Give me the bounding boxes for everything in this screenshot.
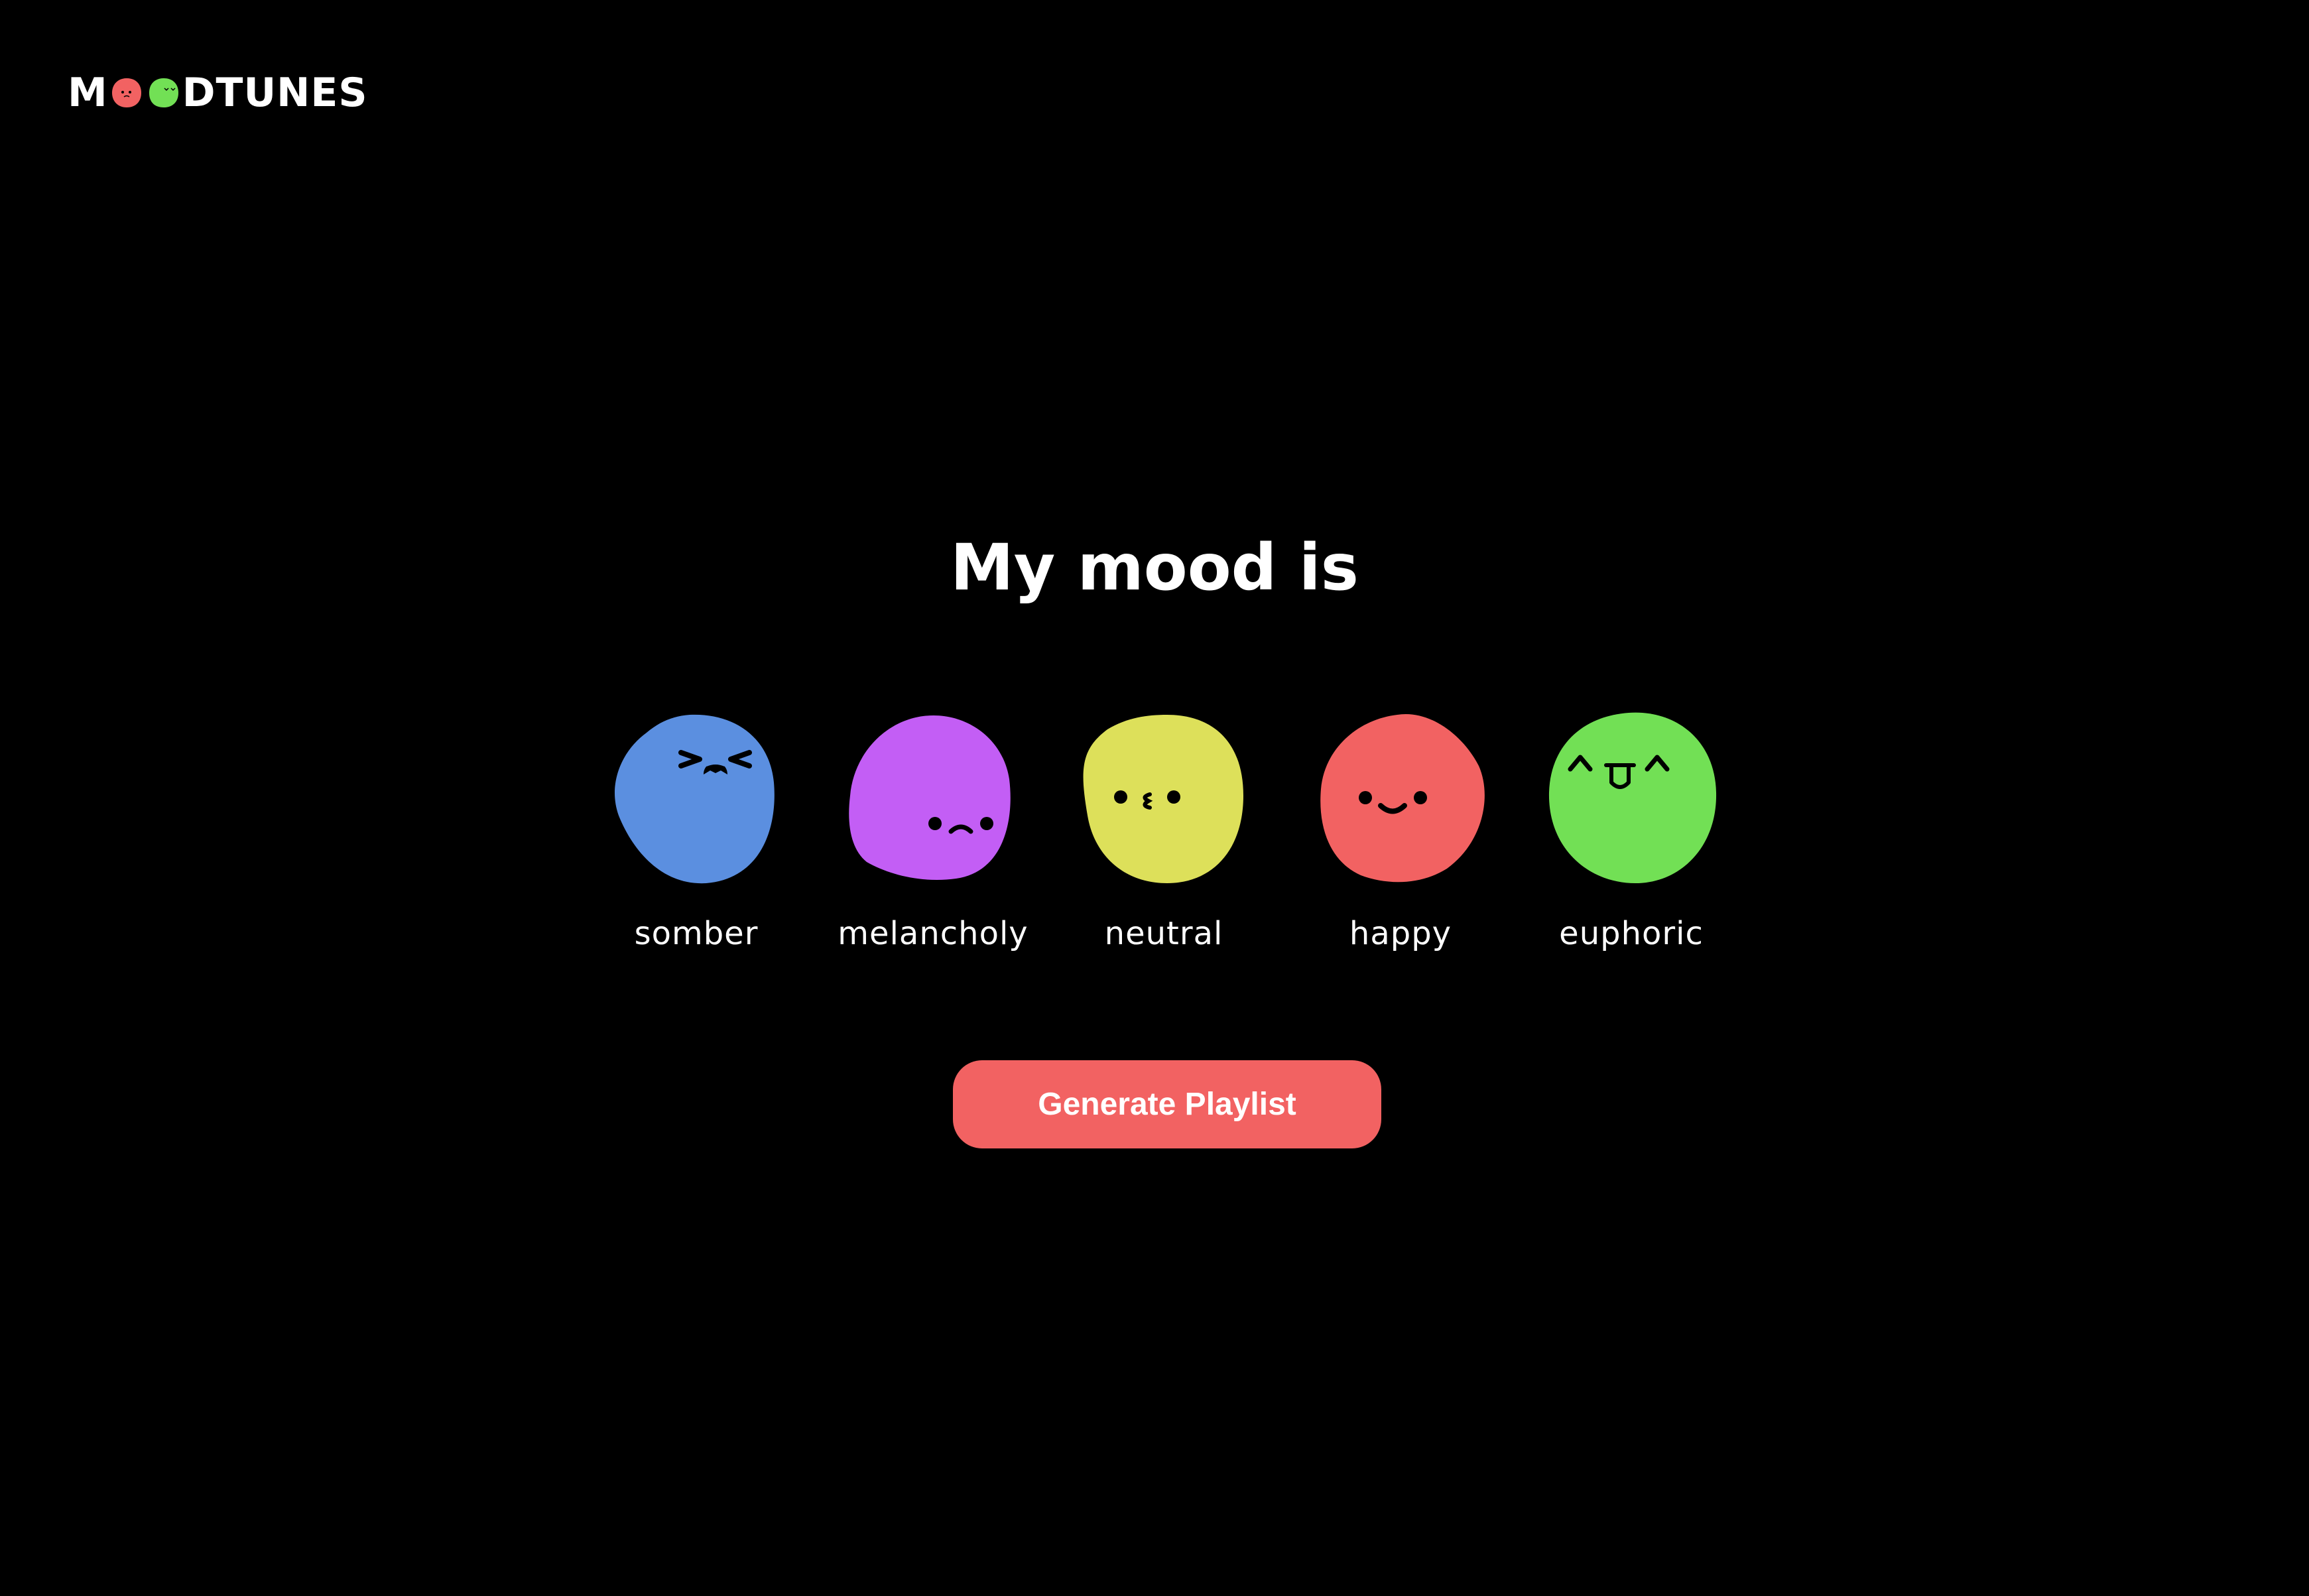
melancholy-blob	[849, 715, 1011, 881]
logo-suffix: DTUNES	[182, 70, 368, 116]
mood-option-euphoric[interactable]: euphoric	[1519, 709, 1744, 975]
somber-blob	[615, 714, 775, 884]
mood-label: neutral	[1104, 915, 1223, 952]
kissing-face-icon	[1083, 715, 1243, 883]
logo-prefix: M	[68, 70, 108, 116]
happy-blob	[1320, 713, 1485, 883]
tongue-out-face-icon	[1548, 712, 1717, 883]
mood-selector: somber melancholy neutral happy euphoric	[0, 709, 2309, 975]
neutral-blob	[1083, 715, 1243, 883]
page-title: My mood is	[950, 530, 1359, 605]
mood-option-happy[interactable]: happy	[1288, 709, 1513, 975]
crying-face-icon	[615, 714, 775, 884]
mood-option-somber[interactable]: somber	[584, 709, 809, 975]
app-logo[interactable]: M DTUNES	[68, 66, 368, 119]
mood-label: melancholy	[838, 915, 1029, 952]
mood-label: happy	[1349, 915, 1452, 952]
sad-face-icon	[849, 715, 1011, 881]
mood-label: euphoric	[1559, 915, 1704, 952]
mood-option-neutral[interactable]: neutral	[1051, 709, 1277, 975]
green-blob-logo-icon	[147, 76, 180, 109]
euphoric-blob	[1548, 712, 1717, 883]
mood-option-melancholy[interactable]: melancholy	[820, 709, 1046, 975]
red-blob-logo-icon	[110, 76, 143, 109]
mood-label: somber	[634, 915, 759, 952]
generate-playlist-button[interactable]: Generate Playlist	[953, 1060, 1381, 1148]
smiling-face-icon	[1320, 713, 1485, 883]
